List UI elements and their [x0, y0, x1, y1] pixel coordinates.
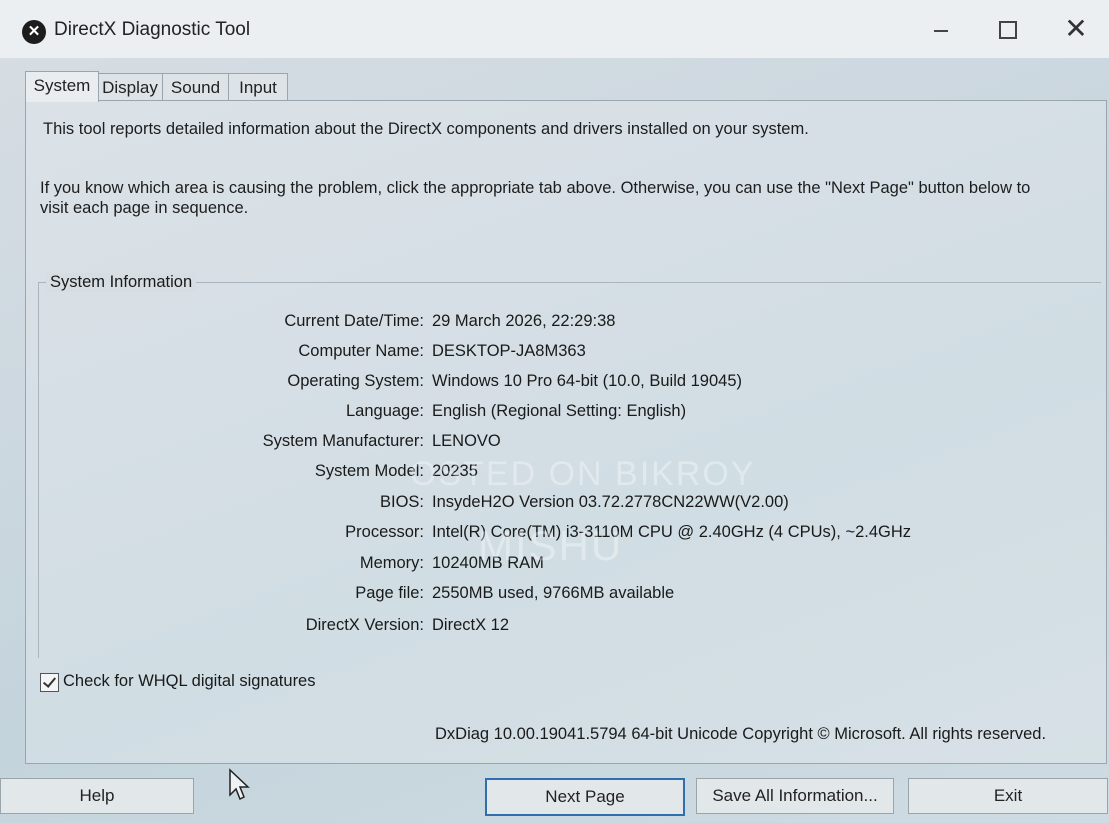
- maximize-button[interactable]: [982, 12, 1032, 46]
- info-row-manufacturer: System Manufacturer: LENOVO: [0, 432, 1100, 456]
- dxdiag-app-icon: ✕: [22, 20, 46, 44]
- exit-button[interactable]: Exit: [908, 778, 1108, 814]
- info-value: LENOVO: [432, 432, 501, 450]
- save-all-information-button[interactable]: Save All Information...: [696, 778, 894, 814]
- tab-input[interactable]: Input: [228, 73, 288, 101]
- tab-system[interactable]: System: [25, 71, 99, 102]
- instructions-text-line1: If you know which area is causing the pr…: [40, 179, 1031, 197]
- info-label: DirectX Version:: [305, 616, 424, 634]
- close-button[interactable]: ✕: [1051, 12, 1101, 46]
- info-value: InsydeH2O Version 03.72.2778CN22WW(V2.00…: [432, 493, 789, 511]
- copyright-text: DxDiag 10.00.19041.5794 64-bit Unicode C…: [435, 725, 1047, 743]
- info-value: 29 March 2026, 22:29:38: [432, 312, 616, 330]
- watermark-text: OSTED ON BIKROY: [410, 455, 756, 493]
- system-information-title: System Information: [46, 273, 197, 292]
- info-value: English (Regional Setting: English): [432, 402, 687, 420]
- info-row-computer-name: Computer Name: DESKTOP-JA8M363: [0, 342, 1100, 366]
- info-label: System Model:: [314, 462, 424, 480]
- info-value: 2550MB used, 9766MB available: [432, 584, 675, 602]
- info-value: DESKTOP-JA8M363: [432, 342, 586, 360]
- intro-text: This tool reports detailed information a…: [43, 120, 809, 138]
- info-label: BIOS:: [379, 493, 424, 511]
- info-row-page-file: Page file: 2550MB used, 9766MB available: [0, 584, 1100, 608]
- info-label: Operating System:: [287, 372, 424, 390]
- next-page-button[interactable]: Next Page: [485, 778, 685, 816]
- info-label: Computer Name:: [298, 342, 424, 360]
- tab-sound[interactable]: Sound: [162, 73, 229, 101]
- watermark-name: MISHU: [478, 522, 624, 569]
- info-value: DirectX 12: [432, 616, 510, 634]
- info-value: Windows 10 Pro 64-bit (10.0, Build 19045…: [432, 372, 743, 390]
- info-label: System Manufacturer:: [262, 432, 424, 450]
- info-row-bios: BIOS: InsydeH2O Version 03.72.2778CN22WW…: [0, 493, 1100, 517]
- window-title: DirectX Diagnostic Tool: [54, 19, 251, 40]
- mouse-pointer-icon: [229, 768, 250, 801]
- whql-checkbox[interactable]: [40, 673, 59, 692]
- info-row-language: Language: English (Regional Setting: Eng…: [0, 402, 1100, 426]
- help-button[interactable]: Help: [0, 778, 194, 814]
- info-label: Memory:: [359, 554, 424, 572]
- instructions-text-line2: visit each page in sequence.: [40, 199, 249, 217]
- info-label: Processor:: [345, 523, 424, 541]
- dxdiag-window: ✕ DirectX Diagnostic Tool ✕ System Displ…: [0, 0, 1109, 823]
- info-label: Current Date/Time:: [284, 312, 424, 330]
- info-label: Page file:: [355, 584, 424, 602]
- title-bar: ✕ DirectX Diagnostic Tool ✕: [0, 0, 1109, 58]
- info-row-operating-system: Operating System: Windows 10 Pro 64-bit …: [0, 372, 1100, 396]
- minimize-button[interactable]: [914, 12, 964, 46]
- info-row-directx-version: DirectX Version: DirectX 12: [0, 616, 1100, 640]
- info-label: Language:: [346, 402, 424, 420]
- tab-display[interactable]: Display: [97, 73, 163, 101]
- whql-checkbox-label[interactable]: Check for WHQL digital signatures: [63, 672, 316, 691]
- info-row-datetime: Current Date/Time: 29 March 2026, 22:29:…: [0, 312, 1100, 336]
